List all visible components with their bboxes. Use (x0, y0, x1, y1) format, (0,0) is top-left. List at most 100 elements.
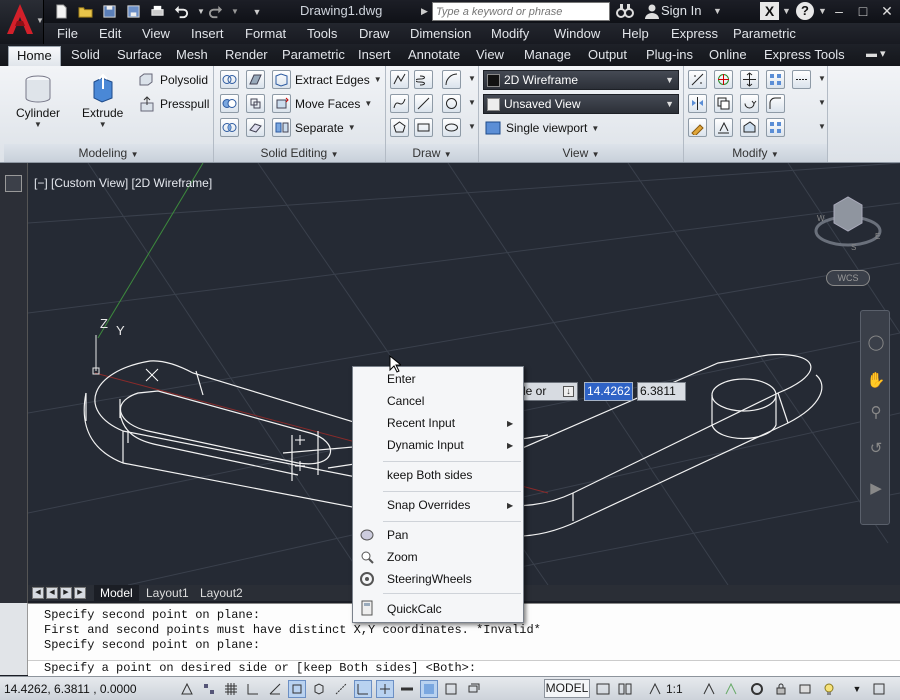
layout-tab-layout2[interactable]: Layout2 (194, 585, 249, 601)
menu-express[interactable]: Express (671, 26, 718, 41)
annotation-visibility-icon[interactable] (700, 680, 718, 698)
grid-display-icon[interactable] (222, 680, 240, 698)
menu-file[interactable]: File (57, 26, 78, 41)
qat-customize-icon[interactable]: ▼ (248, 3, 266, 20)
prev-layout-icon[interactable]: ◀ (46, 587, 58, 599)
search-input[interactable] (433, 3, 609, 20)
quick-properties-icon[interactable] (442, 680, 460, 698)
menu-item-enter[interactable]: Enter (387, 372, 416, 386)
explode-icon[interactable] (792, 70, 811, 89)
pan-hand-icon[interactable]: ✋ (866, 371, 886, 391)
stretch-icon[interactable] (740, 118, 759, 137)
view-panel-title[interactable]: View ▼ (479, 144, 683, 162)
clean-screen-icon[interactable] (870, 680, 888, 698)
draw-panel-title[interactable]: Draw ▼ (386, 144, 478, 162)
object-snap-icon[interactable] (288, 680, 306, 698)
visual-style-select[interactable]: 2D Wireframe ▼ (483, 70, 679, 90)
3d-object-snap-icon[interactable] (310, 680, 328, 698)
polygon-icon[interactable] (390, 118, 409, 137)
ribbon-minimize-icon[interactable]: ▬ ▾ (866, 47, 896, 63)
workspace-switching-icon[interactable] (748, 680, 766, 698)
prompt-options-icon[interactable]: ↓ (563, 386, 574, 397)
plot-icon[interactable] (148, 3, 166, 20)
tab-view[interactable]: View (476, 47, 504, 62)
menu-parametric[interactable]: Parametric (733, 26, 796, 41)
viewcube-box[interactable] (833, 196, 863, 232)
extract-edges-button[interactable]: Extract Edges ▼ (272, 70, 382, 89)
menu-dimension[interactable]: Dimension (410, 26, 471, 41)
show-lineweight-icon[interactable] (398, 680, 416, 698)
infer-constraints-icon[interactable] (178, 680, 196, 698)
3d-rotate-icon[interactable] (714, 70, 733, 89)
menu-item-dynamic-input[interactable]: Dynamic Input (387, 438, 464, 452)
tab-annotate[interactable]: Annotate (408, 47, 460, 62)
circle-icon[interactable] (442, 94, 461, 113)
dynamic-input-x-field[interactable]: 14.4262 (584, 382, 633, 401)
coordinate-display[interactable]: 14.4262, 6.3811 , 0.0000 (4, 682, 137, 696)
menu-modify[interactable]: Modify (491, 26, 529, 41)
object-snap-tracking-icon[interactable] (332, 680, 350, 698)
tab-output[interactable]: Output (588, 47, 627, 62)
arc-dropdown-icon[interactable]: ▼ (468, 74, 476, 83)
menu-item-recent-input[interactable]: Recent Input (387, 416, 455, 430)
move-faces-button[interactable]: Move Faces ▼ (272, 94, 372, 113)
last-layout-icon[interactable]: ▶ (74, 587, 86, 599)
helix-icon[interactable] (414, 70, 433, 89)
spline-icon[interactable] (390, 94, 409, 113)
sign-in-button[interactable]: Sign In (661, 3, 701, 18)
match-properties-icon[interactable] (688, 118, 707, 137)
modify-panel-title[interactable]: Modify ▼ (684, 144, 827, 162)
polar-tracking-icon[interactable] (266, 680, 284, 698)
close-icon[interactable]: ✕ (876, 2, 898, 20)
wcs-menu-button[interactable]: WCS (826, 270, 870, 286)
trim-icon[interactable] (766, 118, 785, 137)
auto-scale-icon[interactable] (722, 680, 740, 698)
tab-solid[interactable]: Solid (71, 47, 100, 62)
tab-online[interactable]: Online (709, 47, 747, 62)
quick-view-drawings-icon[interactable] (616, 680, 634, 698)
command-line-handle[interactable] (0, 603, 28, 675)
array-icon[interactable] (766, 70, 785, 89)
tab-render[interactable]: Render (225, 47, 268, 62)
menu-item-cancel[interactable]: Cancel (387, 394, 424, 408)
redo-icon[interactable] (206, 3, 224, 20)
help-dropdown-icon[interactable]: ▼ (818, 6, 827, 16)
intersect-icon[interactable] (220, 118, 239, 137)
menu-item-quickcalc[interactable]: QuickCalc (387, 602, 442, 616)
isolate-objects-icon[interactable] (820, 680, 838, 698)
binoculars-icon[interactable] (616, 2, 634, 20)
status-bar-menu-icon[interactable]: ▼ (848, 680, 866, 698)
arc-icon[interactable] (442, 70, 461, 89)
interfere-icon[interactable] (246, 94, 265, 113)
annotation-scale-icon[interactable] (646, 680, 664, 698)
menu-item-steeringwheels[interactable]: SteeringWheels (387, 572, 472, 586)
menu-help[interactable]: Help (622, 26, 649, 41)
showmotion-icon[interactable]: ▶ (866, 479, 886, 499)
menu-item-snap-overrides[interactable]: Snap Overrides (387, 498, 470, 512)
menu-format[interactable]: Format (245, 26, 286, 41)
polysolid-button[interactable]: Polysolid (138, 71, 208, 89)
user-icon[interactable] (644, 3, 660, 19)
save-icon[interactable] (100, 3, 118, 20)
zoom-icon[interactable]: ⚲ (866, 403, 886, 423)
palette-toggle-icon[interactable] (5, 175, 22, 192)
ellipse-icon[interactable] (442, 118, 461, 137)
minimize-icon[interactable]: – (828, 2, 850, 20)
tab-surface[interactable]: Surface (117, 47, 162, 62)
help-icon[interactable]: ? (796, 2, 814, 20)
viewport-controls-label[interactable]: [−] [Custom View] [2D Wireframe] (34, 176, 212, 190)
layout-tab-layout1[interactable]: Layout1 (140, 585, 195, 601)
viewcube[interactable]: W E S (814, 196, 882, 252)
menu-edit[interactable]: Edit (99, 26, 121, 41)
fillet-icon[interactable] (766, 94, 785, 113)
union-icon[interactable] (220, 70, 239, 89)
tab-insert[interactable]: Insert (358, 47, 391, 62)
redo-dropdown-icon[interactable]: ▼ (226, 3, 244, 20)
named-view-select[interactable]: Unsaved View ▼ (483, 94, 679, 114)
command-input[interactable]: Specify a point on desired side or [keep… (28, 660, 900, 676)
open-file-icon[interactable] (76, 3, 94, 20)
polyline-icon[interactable] (390, 70, 409, 89)
menu-item-zoom[interactable]: Zoom (387, 550, 418, 564)
annotation-scale-value[interactable]: 1:1 (666, 682, 683, 696)
lock-icon[interactable] (772, 680, 790, 698)
